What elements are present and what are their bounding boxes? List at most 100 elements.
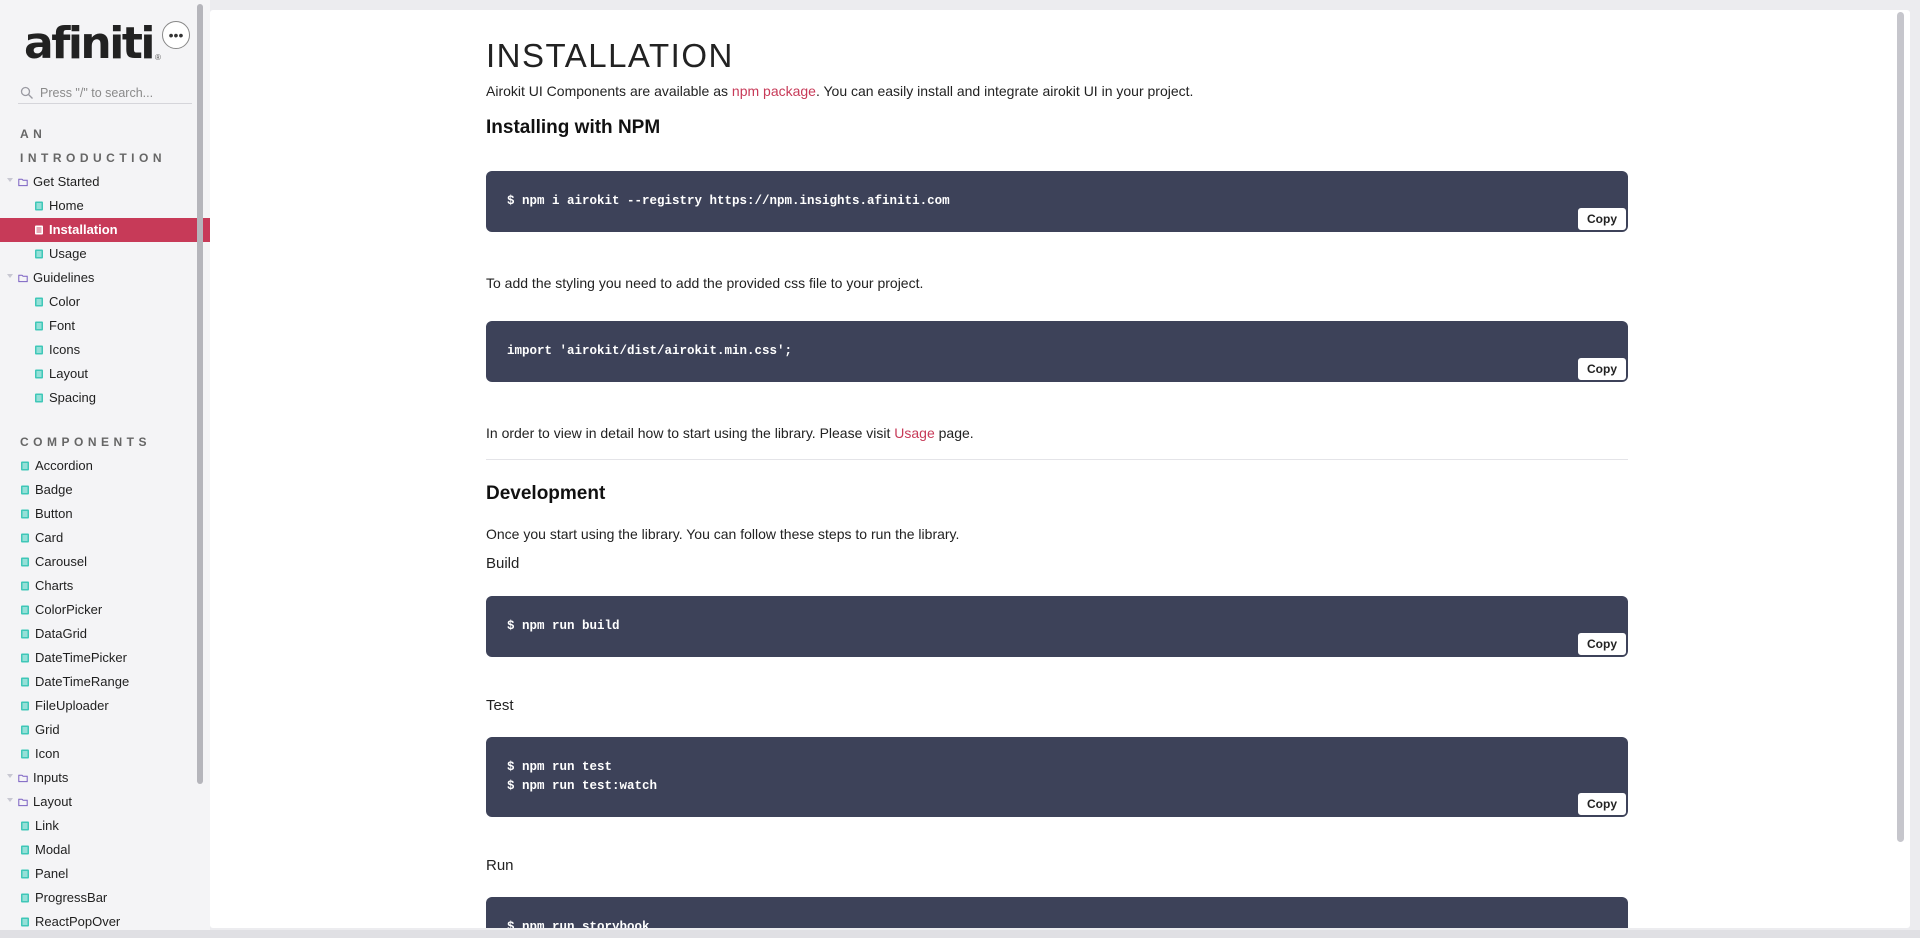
copy-button[interactable]: Copy [1577,632,1627,656]
usage-link[interactable]: Usage [894,425,934,441]
copy-button[interactable]: Copy [1577,357,1627,381]
file-icon [35,393,43,403]
main-scrollbar[interactable] [1897,12,1904,842]
sidebar-item-layout[interactable]: Layout [0,790,210,814]
code-block-build: $ npm run build Copy [486,596,1628,657]
file-icon [21,821,29,831]
sidebar-item-get-started[interactable]: Get Started [0,170,210,194]
sidebar-item-label: Panel [35,866,69,881]
file-icon [21,725,29,735]
file-icon [21,869,29,879]
file-icon [21,845,29,855]
sidebar-item-panel[interactable]: Panel [0,862,210,886]
code-run[interactable]: $ npm run storybook [507,918,650,928]
expand-caret-icon[interactable] [7,798,13,802]
sidebar-item-grid[interactable]: Grid [0,718,210,742]
expand-caret-icon[interactable] [7,774,13,778]
sidebar-item-label: Accordion [35,458,93,473]
styling-text: To add the styling you need to add the p… [486,275,924,291]
sidebar-item-datetimepicker[interactable]: DateTimePicker [0,646,210,670]
build-label: Build [486,555,520,572]
development-text: Once you start using the library. You ca… [486,526,960,542]
sidebar-item-modal[interactable]: Modal [0,838,210,862]
file-icon [35,297,43,307]
sidebar-item-label: DateTimePicker [35,650,127,665]
sidebar-item-badge[interactable]: Badge [0,478,210,502]
folder-icon [18,274,28,283]
sidebar-item-carousel[interactable]: Carousel [0,550,210,574]
more-options-button[interactable]: ••• [162,21,190,49]
sidebar-item-icon[interactable]: Icon [0,742,210,766]
file-icon [35,345,43,355]
section-title-intro-2: INTRODUCTION [20,151,166,165]
sidebar-item-progressbar[interactable]: ProgressBar [0,886,210,910]
sidebar-item-card[interactable]: Card [0,526,210,550]
file-icon [21,677,29,687]
search-icon [20,86,33,99]
sidebar-item-label: Button [35,506,73,521]
sidebar-item-link[interactable]: Link [0,814,210,838]
file-icon [21,701,29,711]
copy-button[interactable]: Copy [1577,792,1627,816]
folder-icon [18,774,28,783]
sidebar-item-accordion[interactable]: Accordion [0,454,210,478]
sidebar-item-label: Modal [35,842,71,857]
file-icon [21,485,29,495]
sidebar-item-usage[interactable]: Usage [0,242,210,266]
sidebar-item-home[interactable]: Home [0,194,210,218]
ellipsis-icon: ••• [168,27,184,43]
sidebar-item-datagrid[interactable]: DataGrid [0,622,210,646]
sidebar-item-label: Charts [35,578,74,593]
sidebar-item-label: DataGrid [35,626,88,641]
section-title-components: COMPONENTS [20,435,152,449]
expand-caret-icon[interactable] [7,274,13,278]
run-label: Run [486,857,514,874]
code-block-install: $ npm i airokit --registry https://npm.i… [486,171,1628,232]
copy-button[interactable]: Copy [1577,207,1627,231]
code-build[interactable]: $ npm run build [507,617,620,636]
file-icon [35,249,43,259]
search-input[interactable] [40,85,190,100]
sidebar-item-inputs[interactable]: Inputs [0,766,210,790]
sidebar-item-label: Inputs [33,770,69,785]
sidebar-item-button[interactable]: Button [0,502,210,526]
sidebar-item-installation[interactable]: Installation [0,218,210,242]
sidebar-item-icons[interactable]: Icons [0,338,210,362]
sidebar-item-label: Carousel [35,554,88,569]
code-test[interactable]: $ npm run test $ npm run test:watch [507,758,657,796]
expand-caret-icon[interactable] [7,178,13,182]
sidebar-item-layout[interactable]: Layout [0,362,210,386]
sidebar-item-colorpicker[interactable]: ColorPicker [0,598,210,622]
code-install[interactable]: $ npm i airokit --registry https://npm.i… [507,192,950,211]
sidebar-scrollbar[interactable] [197,4,203,784]
file-icon [21,533,29,543]
main-content: INSTALLATION Airokit UI Components are a… [210,10,1910,928]
search-bar[interactable] [18,82,192,104]
file-icon [21,581,29,591]
sidebar-item-label: Icons [49,342,81,357]
sidebar: afiniti ® ••• AN INTRODUCTION Get Starte… [0,0,210,938]
file-icon [21,749,29,759]
sidebar-item-fileuploader[interactable]: FileUploader [0,694,210,718]
file-icon [21,917,29,927]
sidebar-item-label: Installation [49,222,118,237]
sidebar-item-label: Card [35,530,64,545]
sidebar-item-color[interactable]: Color [0,290,210,314]
folder-icon [18,798,28,807]
section-title-intro: AN [20,127,47,141]
afiniti-logo[interactable]: afiniti ® [24,20,161,68]
code-block-run: $ npm run storybook [486,897,1628,928]
file-icon [21,893,29,903]
npm-package-link[interactable]: npm package [732,83,816,99]
file-icon [21,557,29,567]
code-css[interactable]: import 'airokit/dist/airokit.min.css'; [507,342,792,361]
sidebar-item-label: Spacing [49,390,96,405]
sidebar-item-charts[interactable]: Charts [0,574,210,598]
sidebar-item-datetimerange[interactable]: DateTimeRange [0,670,210,694]
sidebar-item-guidelines[interactable]: Guidelines [0,266,210,290]
sidebar-item-label: Layout [49,366,89,381]
sidebar-item-spacing[interactable]: Spacing [0,386,210,410]
sidebar-item-label: Icon [35,746,60,761]
usage-text: In order to view in detail how to start … [486,423,974,443]
sidebar-item-font[interactable]: Font [0,314,210,338]
